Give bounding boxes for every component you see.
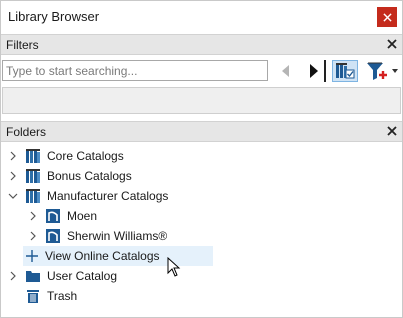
tree-item-core-catalogs[interactable]: Core Catalogs <box>1 146 402 166</box>
chevron-right-icon[interactable] <box>7 170 19 182</box>
filters-header-label: Filters <box>6 38 39 52</box>
mouse-cursor-icon <box>167 257 181 277</box>
manufacturer-icon <box>46 229 60 243</box>
chevron-right-icon[interactable] <box>7 270 19 282</box>
library-view-toggle-button[interactable] <box>332 60 358 82</box>
filters-header: Filters <box>1 34 402 55</box>
tree-item-label: User Catalog <box>47 269 118 283</box>
tree-item-label: Bonus Catalogs <box>47 169 132 183</box>
next-result-button[interactable] <box>302 60 326 82</box>
tree-item-label: Moen <box>67 209 98 223</box>
window-close-button[interactable] <box>377 7 397 27</box>
tree-item-trash[interactable]: Trash <box>1 286 402 306</box>
window-title: Library Browser <box>8 9 100 24</box>
folders-close-icon[interactable] <box>386 125 398 137</box>
folders-header-label: Folders <box>6 125 47 139</box>
catalog-books-icon <box>26 149 40 163</box>
search-toolbar <box>1 56 402 86</box>
library-browser-window: Library Browser Filters Type to start se… <box>0 0 403 318</box>
chevron-right-icon[interactable] <box>7 150 19 162</box>
close-icon <box>382 12 392 22</box>
trash-icon <box>27 290 39 303</box>
chevron-down-icon <box>392 69 398 73</box>
triangle-left-icon <box>282 65 289 77</box>
tree-item-label: Manufacturer Catalogs <box>47 189 169 203</box>
previous-result-button[interactable] <box>275 60 295 82</box>
filter-funnel-add-icon <box>367 62 387 80</box>
plus-icon <box>26 250 38 262</box>
tree-item-bonus-catalogs[interactable]: Bonus Catalogs <box>1 166 402 186</box>
chevron-right-icon[interactable] <box>27 230 39 242</box>
filters-close-icon[interactable] <box>386 38 398 50</box>
tree-item-user-catalog[interactable]: User Catalog <box>1 266 402 286</box>
folders-header: Folders <box>1 121 402 142</box>
catalog-books-icon <box>26 169 40 183</box>
tree-item-moen[interactable]: Moen <box>1 206 402 226</box>
catalog-check-icon <box>336 63 355 79</box>
tree-item-label: View Online Catalogs <box>45 249 160 263</box>
folder-icon <box>26 271 40 282</box>
manufacturer-icon <box>46 209 60 223</box>
tree-item-label: Core Catalogs <box>47 149 124 163</box>
tree-item-label: Sherwin Williams® <box>67 229 168 243</box>
tree-item-view-online-catalogs[interactable]: View Online Catalogs <box>1 246 402 266</box>
triangle-right-icon <box>310 64 318 78</box>
tree-item-sherwin-williams[interactable]: Sherwin Williams® <box>1 226 402 246</box>
title-bar: Library Browser <box>1 1 402 32</box>
folder-tree: Core Catalogs Bonus Catalogs Manufacture… <box>1 143 402 317</box>
add-filter-button[interactable] <box>364 60 400 82</box>
tree-item-manufacturer-catalogs[interactable]: Manufacturer Catalogs <box>1 186 402 206</box>
tree-item-label: Trash <box>47 289 78 303</box>
chevron-down-icon[interactable] <box>7 190 19 202</box>
catalog-books-icon <box>26 189 40 203</box>
search-input[interactable] <box>2 60 268 81</box>
chevron-right-icon[interactable] <box>27 210 39 222</box>
active-filters-area <box>2 87 401 114</box>
